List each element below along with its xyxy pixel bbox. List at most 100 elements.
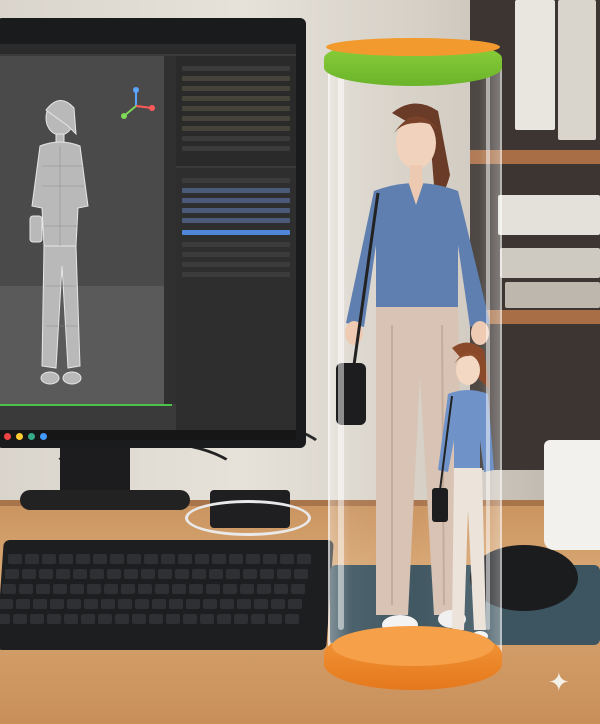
keyboard-key xyxy=(243,569,257,579)
3d-viewport xyxy=(0,56,164,404)
keyboard-key xyxy=(47,614,61,624)
keyboard-key xyxy=(39,569,53,579)
keyboard-key xyxy=(138,584,152,594)
mug xyxy=(544,440,600,550)
outliner-panel xyxy=(176,56,296,166)
taskbar-app-icon xyxy=(28,433,35,440)
keyboard-keys xyxy=(0,548,330,644)
keyboard-key xyxy=(115,614,129,624)
keyboard-key xyxy=(246,554,260,564)
keyboard-key xyxy=(234,614,248,624)
keyboard-key xyxy=(254,599,268,609)
book xyxy=(515,0,555,130)
property-row xyxy=(182,208,290,213)
outliner-row xyxy=(182,66,290,71)
keyboard-key xyxy=(132,614,146,624)
tube-cap-rim xyxy=(326,38,500,56)
wireframe-figure xyxy=(29,100,89,385)
property-row xyxy=(182,272,290,277)
property-row xyxy=(182,188,290,193)
keyboard-key xyxy=(203,599,217,609)
keyboard-key xyxy=(268,614,282,624)
outliner-row xyxy=(182,146,290,151)
outliner-row xyxy=(182,126,290,131)
property-row xyxy=(182,218,290,223)
property-row xyxy=(182,252,290,257)
keyboard-key xyxy=(0,614,10,624)
keyboard-key xyxy=(229,554,243,564)
keyboard-key xyxy=(76,554,90,564)
keyboard-key xyxy=(30,614,44,624)
keyboard-key xyxy=(192,569,206,579)
outliner-row xyxy=(182,136,290,141)
tube-highlight xyxy=(486,70,490,630)
keyboard-key xyxy=(280,554,294,564)
keyboard-key xyxy=(294,569,308,579)
photo-scene: ✦ xyxy=(0,0,600,724)
keyboard-key xyxy=(127,554,141,564)
keyboard-key xyxy=(277,569,291,579)
keyboard-key xyxy=(189,584,203,594)
keyboard-key xyxy=(166,614,180,624)
keyboard-key xyxy=(186,599,200,609)
property-row xyxy=(182,178,290,183)
keyboard-key xyxy=(50,599,64,609)
keyboard-key xyxy=(135,599,149,609)
timeline-bar xyxy=(0,404,172,406)
keyboard-key xyxy=(169,599,183,609)
keyboard-key xyxy=(36,584,50,594)
keyboard-key xyxy=(124,569,138,579)
properties-panel xyxy=(176,168,296,430)
outliner-row xyxy=(182,106,290,111)
keyboard-key xyxy=(56,569,70,579)
keyboard-key xyxy=(118,599,132,609)
keyboard-key xyxy=(217,614,231,624)
monitor-stand xyxy=(60,444,130,494)
keyboard-key xyxy=(260,569,274,579)
keyboard-key xyxy=(90,569,104,579)
keyboard-key xyxy=(172,584,186,594)
outliner-row xyxy=(182,116,290,121)
monitor-stand-base xyxy=(20,490,190,510)
keyboard-key xyxy=(93,554,107,564)
keyboard-key xyxy=(64,614,78,624)
keyboard-key xyxy=(237,599,251,609)
keyboard-key xyxy=(285,614,299,624)
keyboard-key xyxy=(149,614,163,624)
keyboard-key xyxy=(67,599,81,609)
book xyxy=(558,0,596,140)
keyboard-key xyxy=(73,569,87,579)
monitor xyxy=(0,18,306,448)
keyboard-key xyxy=(33,599,47,609)
keyboard-key xyxy=(81,614,95,624)
keyboard-key xyxy=(263,554,277,564)
keyboard-key xyxy=(13,614,27,624)
keyboard-key xyxy=(22,569,36,579)
book xyxy=(505,282,600,308)
keyboard-key xyxy=(297,554,311,564)
keyboard-key xyxy=(257,584,271,594)
keyboard-key xyxy=(200,614,214,624)
keyboard-key xyxy=(25,554,39,564)
keyboard-key xyxy=(271,599,285,609)
keyboard-key xyxy=(288,599,302,609)
tube-base-top xyxy=(332,626,494,666)
keyboard-key xyxy=(178,554,192,564)
keyboard-key xyxy=(152,599,166,609)
keyboard-key xyxy=(209,569,223,579)
keyboard-key xyxy=(16,599,30,609)
keyboard-key xyxy=(144,554,158,564)
toolstrip xyxy=(164,56,176,404)
keyboard-key xyxy=(5,569,19,579)
keyboard-key xyxy=(183,614,197,624)
keyboard-key xyxy=(84,599,98,609)
keyboard-key xyxy=(223,584,237,594)
white-cable xyxy=(185,500,311,536)
keyboard-key xyxy=(0,599,13,609)
keyboard-key xyxy=(110,554,124,564)
keyboard-key xyxy=(42,554,56,564)
taskbar-app-icon xyxy=(16,433,23,440)
keyboard-key xyxy=(19,584,33,594)
keyboard-key xyxy=(141,569,155,579)
keyboard-key xyxy=(87,584,101,594)
